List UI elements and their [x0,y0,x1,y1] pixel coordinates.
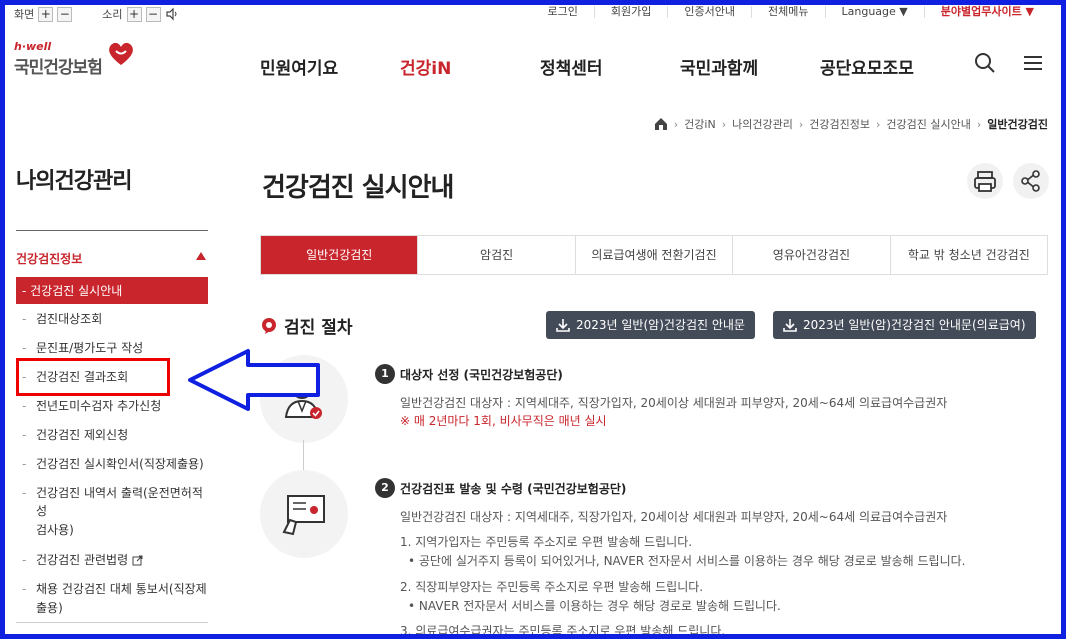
breadcrumb-current: 일반건강검진 [987,118,1048,131]
search-icon[interactable] [974,52,996,74]
step-connector [303,440,304,470]
print-button[interactable] [967,163,1003,199]
share-button[interactable] [1013,163,1049,199]
step-text: • NAVER 전자문서 서비스를 이용하는 경우 해당 경로로 발송해 드립니… [408,599,781,613]
zoom-in-button[interactable]: + [38,6,54,22]
section-title: 검진 절차 [260,313,352,338]
sidebar-item-active[interactable]: - 건강검진 실시안내 [16,277,208,304]
step-text: 3. 의료급여수급권자는 주민등록 주소지로 우편 발송해 드립니다. [400,624,726,638]
breadcrumb-item[interactable]: 건강검진 실시안내 [886,116,970,132]
home-icon[interactable] [654,117,668,131]
breadcrumb-item[interactable]: 건강검진정보 [809,116,870,132]
page-title: 건강검진 실시안내 [262,173,454,203]
heart-logo-icon [109,42,133,65]
step-text: 1. 지역가입자는 주민등록 주소지로 우편 발송해 드립니다. [400,535,693,549]
tab-youth-checkup[interactable]: 학교 밖 청소년 건강검진 [891,236,1047,274]
step-note: ※ 매 2년마다 1회, 비사무직은 매년 실시 [400,414,607,428]
tab-cancer-checkup[interactable]: 암검진 [418,236,576,274]
breadcrumb: › 건강iN › 나의건강관리 › 건강검진정보 › 건강검진 실시안내 › 일… [654,116,1048,132]
sound-label: 소리 [102,8,123,21]
breadcrumb-item[interactable]: 건강iN [684,116,716,132]
nav-health-in[interactable]: 건강iN [400,54,540,79]
nav-together[interactable]: 국민과함께 [680,54,820,79]
step-text: • 공단에 실거주지 등록이 되어있거나, NAVER 전자문서 서비스를 이용… [408,554,966,568]
tab-general-checkup[interactable]: 일반건강검진 [261,236,419,274]
share-icon [1021,170,1040,192]
step-number: 2 [375,478,395,498]
nav-civil[interactable]: 민원여기요 [260,54,400,79]
sidebar-item-continued[interactable]: 검사용) [16,521,208,539]
tab-infant-checkup[interactable]: 영유아건강검진 [733,236,891,274]
step-text: 2. 직장피부양자는 주민등록 주소지로 우편 발송해 드립니다. [400,580,704,594]
step-text: 일반건강검진 대상자 : 지역세대주, 직장가입자, 20세이상 세대원과 피부… [400,396,948,410]
collapse-triangle-icon [196,252,206,260]
sidebar-item[interactable]: 전년도미수검자 추가신청 [16,397,208,415]
highlight-box [16,358,170,396]
main-nav: 민원여기요 건강iN 정책센터 국민과함께 공단요모조모 [260,54,940,79]
breadcrumb-item[interactable]: 나의건강관리 [732,116,793,132]
nav-policy[interactable]: 정책센터 [540,54,680,79]
speaker-icon[interactable] [165,7,179,21]
sidebar-item-label: 건강검진 관련법령 [36,553,129,567]
zoom-out-button[interactable]: − [57,6,73,22]
print-icon [974,171,996,192]
section-title-text: 검진 절차 [284,318,353,338]
sidebar-item-continued[interactable]: 출용) [16,599,208,617]
download-icon [556,319,570,332]
screen-label: 화면 [14,8,35,21]
sidebar-item[interactable]: 건강검진 실시확인서(직장제출용) [16,455,208,473]
certificate-guide-link[interactable]: 인증서안내 [668,6,753,18]
header-icons [974,52,1044,74]
volume-up-button[interactable]: + [126,6,142,22]
sidebar-item-external[interactable]: 건강검진 관련법령 [16,551,208,569]
step-2-illustration [260,470,348,558]
language-select[interactable]: Language ▼ [826,6,925,18]
site-select[interactable]: 분야별업무사이트 ▼ [925,6,1050,18]
step-number: 1 [375,364,395,384]
full-menu-link[interactable]: 전체메뉴 [752,6,826,18]
external-link-icon [132,555,143,566]
sidebar-section-label: 건강검진정보 [16,252,83,266]
sidebar-item[interactable]: 건강검진 제외신청 [16,426,208,444]
step-title: 건강검진표 발송 및 수령 (국민건강보험공단) [400,482,627,496]
site-logo[interactable]: h·well 국민건강보험 [14,40,144,88]
blue-arrow-annotation [188,349,320,411]
checkup-tabs: 일반건강검진 암검진 의료급여생애 전환기검진 영유아건강검진 학교 밖 청소년… [260,235,1048,275]
download-icon [783,319,797,332]
speech-bubble-icon [262,317,276,334]
sidebar-bottom-divider [16,622,208,623]
sidebar-item[interactable]: 건강검진 내역서 출력(운전면허적성 [16,484,208,520]
download-guide-medical-button[interactable]: 2023년 일반(암)건강검진 안내문(의료급여) [773,311,1036,339]
utility-bar: 화면 + − 소리 + − 로그인 회원가입 인증서안내 전체메뉴 Langua… [10,4,1056,24]
step-text: 일반건강검진 대상자 : 지역세대주, 직장가입자, 20세이상 세대원과 피부… [400,510,948,524]
sidebar-list: 검진대상조회 문진표/평가도구 작성 건강검진 결과조회 전년도미수검자 추가신… [16,310,208,617]
signup-link[interactable]: 회원가입 [595,6,669,18]
nav-about[interactable]: 공단요모조모 [820,54,940,79]
sidebar-item[interactable]: 문진표/평가도구 작성 [16,339,208,357]
sidebar-item[interactable]: 검진대상조회 [16,310,208,328]
sidebar-item[interactable]: 채용 건강검진 대체 통보서(직장제 [16,580,208,598]
download-guide-medical-label: 2023년 일반(암)건강검진 안내문(의료급여) [803,318,1026,332]
tab-lifecycle-checkup[interactable]: 의료급여생애 전환기검진 [576,236,734,274]
sidebar-divider [16,230,208,231]
download-guide-label: 2023년 일반(암)건강검진 안내문 [576,318,745,332]
sidebar-section-toggle[interactable]: 건강검진정보 [16,250,208,267]
menu-icon[interactable] [1022,52,1044,74]
volume-down-button[interactable]: − [145,6,161,22]
sidebar-title: 나의건강관리 [16,169,132,194]
document-hand-icon [282,495,325,536]
download-guide-button[interactable]: 2023년 일반(암)건강검진 안내문 [546,311,755,339]
step-title: 대상자 선정 (국민건강보험공단) [400,368,563,382]
login-link[interactable]: 로그인 [532,6,595,18]
